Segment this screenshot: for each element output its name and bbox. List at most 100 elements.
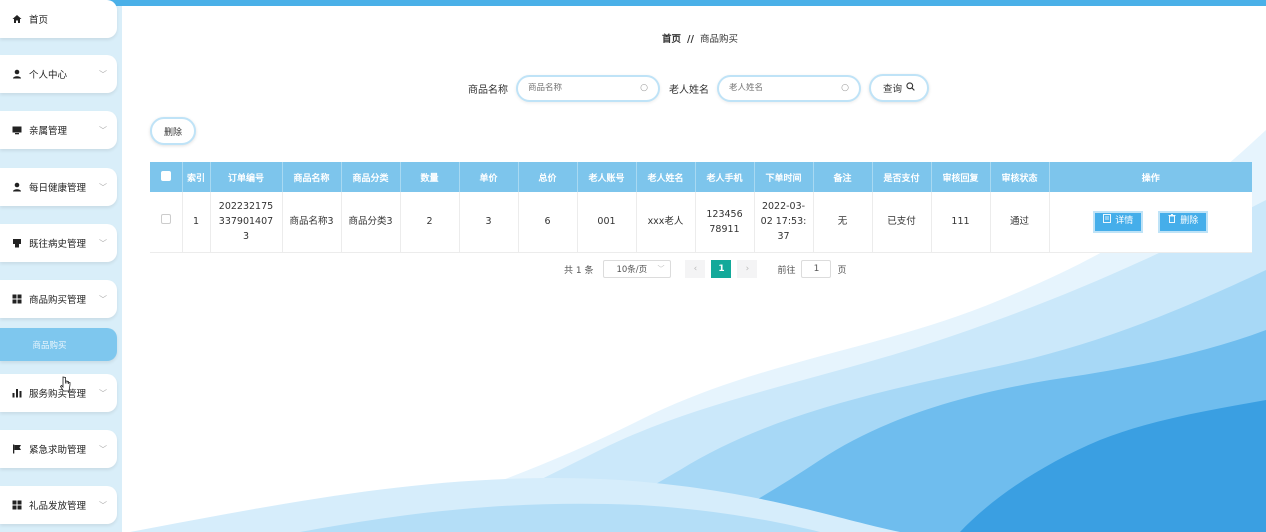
chevron-down-icon: ﹀ <box>99 238 107 248</box>
chevron-left-icon: ‹ <box>693 264 698 274</box>
detail-button-label: 详情 <box>1115 216 1134 227</box>
goto-page-input[interactable]: 1 <box>801 260 832 278</box>
query-button[interactable]: 查询 <box>869 74 929 102</box>
cell-order-time: 2022-03-02 17:53:37 <box>754 192 814 253</box>
sidebar-item-relatives[interactable]: 亲属管理 ﹀ <box>0 111 117 149</box>
page-number-label: 1 <box>718 264 725 274</box>
sidebar-item-product-purchase-mgmt[interactable]: 商品购买管理 ﹀ <box>0 280 117 318</box>
sidebar: 首页 个人中心 ﹀ 亲属管理 ﹀ 每日健康管理 ﹀ 既往病史管理 ﹀ 商品购买管… <box>0 0 122 532</box>
cell-unit-price: 3 <box>459 192 519 253</box>
cell-product-name: 商品名称3 <box>282 192 342 253</box>
column-header: 总价 <box>518 162 578 192</box>
chevron-down-icon: ﹀ <box>99 444 107 454</box>
sidebar-item-label: 商品购买管理 <box>29 295 87 306</box>
batch-delete-label: 删除 <box>163 127 182 138</box>
sidebar-item-service-purchase-mgmt[interactable]: 服务购买管理 ﹀ <box>0 374 117 412</box>
goto-label: 前往 <box>777 265 796 276</box>
chevron-down-icon: ﹀ <box>99 500 107 510</box>
sidebar-item-label: 首页 <box>29 15 49 26</box>
sidebar-subitem-product-purchase[interactable]: 商品购买 <box>0 328 117 361</box>
breadcrumb: 首页 // 商品购买 <box>662 31 738 45</box>
select-all-cell <box>150 162 183 192</box>
chevron-down-icon: ﹀ <box>99 125 107 135</box>
column-header: 审核状态 <box>990 162 1050 192</box>
flag-icon <box>12 444 22 454</box>
search-icon: ○ <box>841 83 849 93</box>
column-header: 索引 <box>182 162 211 192</box>
chevron-down-icon: ﹀ <box>657 265 665 273</box>
sidebar-item-personal-center[interactable]: 个人中心 ﹀ <box>0 55 117 93</box>
search-row: 商品名称 ○ 老人姓名 ○ 查询 <box>468 74 929 102</box>
column-header: 下单时间 <box>754 162 814 192</box>
sidebar-item-daily-health[interactable]: 每日健康管理 ﹀ <box>0 168 117 206</box>
column-header: 单价 <box>459 162 519 192</box>
elder-name-label: 老人姓名 <box>669 84 709 96</box>
delete-button[interactable]: 删除 <box>1158 210 1209 233</box>
sidebar-item-label: 紧急求助管理 <box>29 445 87 456</box>
page-size-select[interactable]: 10条/页 ﹀ <box>603 260 672 278</box>
cell-elder-name: xxx老人 <box>636 192 696 253</box>
prev-page-button[interactable]: ‹ <box>685 260 706 278</box>
breadcrumb-current: 商品购买 <box>699 34 738 45</box>
sidebar-item-label: 个人中心 <box>29 70 68 81</box>
elder-name-input[interactable] <box>729 83 842 93</box>
cell-reply: 111 <box>931 192 991 253</box>
grid-icon <box>12 500 22 510</box>
document-icon <box>1103 214 1112 229</box>
sidebar-item-medical-history[interactable]: 既往病史管理 ﹀ <box>0 224 117 262</box>
select-all-checkbox[interactable] <box>160 170 171 181</box>
column-header: 老人账号 <box>577 162 637 192</box>
breadcrumb-separator: // <box>687 34 694 45</box>
row-checkbox[interactable] <box>160 214 171 225</box>
page-unit-label: 页 <box>837 265 847 276</box>
product-name-label: 商品名称 <box>468 84 508 96</box>
cell-elder-account: 001 <box>577 192 637 253</box>
cell-category: 商品分类3 <box>341 192 401 253</box>
sidebar-item-label: 既往病史管理 <box>29 239 87 250</box>
product-name-field[interactable]: ○ <box>516 74 660 102</box>
sidebar-item-emergency-help-mgmt[interactable]: 紧急求助管理 ﹀ <box>0 430 117 468</box>
page-number-current[interactable]: 1 <box>711 260 732 278</box>
cell-paid: 已支付 <box>872 192 932 253</box>
sidebar-item-label: 礼品发放管理 <box>29 501 87 512</box>
product-name-input[interactable] <box>528 83 641 93</box>
cell-actions: 详情 删除 <box>1049 192 1252 253</box>
cell-remark: 无 <box>813 192 873 253</box>
breadcrumb-home[interactable]: 首页 <box>662 34 681 45</box>
sidebar-item-label: 亲属管理 <box>29 126 68 137</box>
chevron-down-icon: ﹀ <box>99 69 107 79</box>
sidebar-item-home[interactable]: 首页 <box>0 0 117 38</box>
mouse-cursor-icon <box>59 376 72 396</box>
cell-elder-phone: 12345678911 <box>695 192 755 253</box>
cell-quantity: 2 <box>400 192 460 253</box>
table-header-row: 索引 订单编号 商品名称 商品分类 数量 单价 总价 老人账号 老人姓名 老人手… <box>150 162 1252 192</box>
user-icon <box>12 182 22 192</box>
batch-delete-button[interactable]: 删除 <box>150 117 196 145</box>
column-header: 备注 <box>813 162 873 192</box>
bar-chart-icon <box>12 388 22 398</box>
sidebar-item-label: 每日健康管理 <box>29 183 87 194</box>
chevron-down-icon: ﹀ <box>99 294 107 304</box>
search-icon <box>906 82 915 94</box>
elder-name-field[interactable]: ○ <box>717 74 861 102</box>
column-header: 是否支付 <box>872 162 932 192</box>
search-icon: ○ <box>640 83 648 93</box>
cell-total: 6 <box>518 192 578 253</box>
column-header: 老人手机 <box>695 162 755 192</box>
column-header: 操作 <box>1049 162 1252 192</box>
cell-order-no: 2022321753379014073 <box>210 192 283 253</box>
column-header: 数量 <box>400 162 460 192</box>
next-page-button[interactable]: › <box>737 260 758 278</box>
column-header: 审核回复 <box>931 162 991 192</box>
column-header: 订单编号 <box>210 162 283 192</box>
home-icon <box>12 14 22 24</box>
monitor-icon <box>12 125 22 135</box>
query-button-label: 查询 <box>882 84 902 95</box>
sidebar-item-gift-distribution-mgmt[interactable]: 礼品发放管理 ﹀ <box>0 486 117 524</box>
detail-button[interactable]: 详情 <box>1093 210 1144 233</box>
row-select-cell <box>150 192 183 253</box>
chevron-down-icon: ﹀ <box>99 388 107 398</box>
main-content: 首页 // 商品购买 商品名称 ○ 老人姓名 ○ 查询 删除 索引 订单编号 <box>122 6 1266 532</box>
pagination-total: 共 1 条 <box>564 265 594 276</box>
sidebar-item-label: 商品购买 <box>32 340 67 351</box>
